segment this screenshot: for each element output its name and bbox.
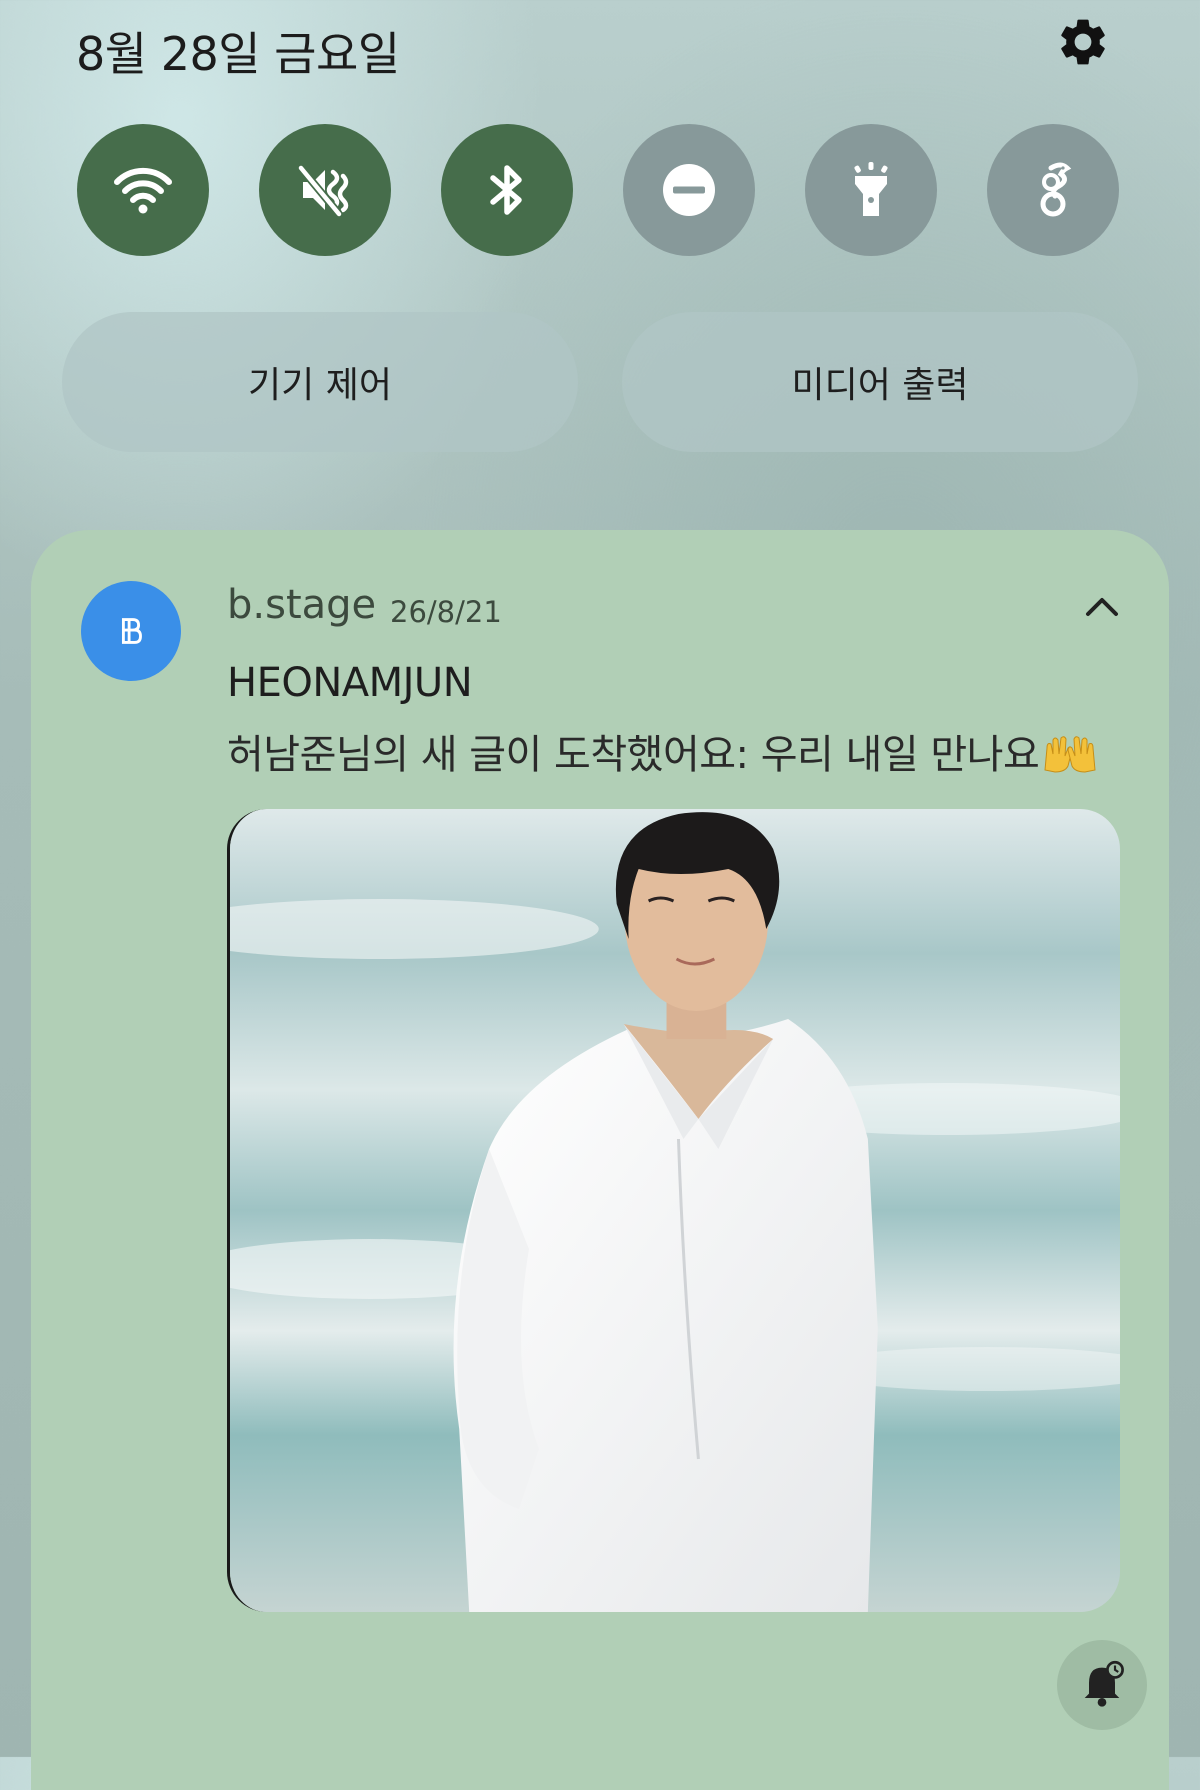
minus-circle-icon: [663, 164, 715, 216]
notification-time: 26/8/21: [390, 595, 502, 629]
gear-icon: [1061, 19, 1105, 65]
quick-toggles: [77, 124, 1121, 256]
toggle-flashlight[interactable]: [805, 124, 937, 256]
toggle-do-not-disturb[interactable]: [623, 124, 755, 256]
chevron-up-icon: [1086, 598, 1118, 616]
flashlight-icon: [854, 162, 888, 216]
toggle-wireguard[interactable]: [987, 124, 1119, 256]
bstage-logo-icon: [121, 618, 142, 644]
photo-man-white-shirt-beach: [230, 809, 1120, 1612]
date-label: 8월 28일 금요일: [76, 27, 400, 81]
device-control-button[interactable]: 기기 제어: [62, 312, 578, 452]
snooze-bell-icon: [1084, 1660, 1124, 1707]
app-icon: [81, 581, 181, 681]
toggle-bluetooth[interactable]: [441, 124, 573, 256]
collapse-button[interactable]: [1078, 588, 1126, 624]
notification-image[interactable]: [227, 809, 1120, 1612]
snooze-button[interactable]: [1057, 1640, 1147, 1730]
wifi-icon: [114, 167, 172, 214]
media-output-button[interactable]: 미디어 출력: [622, 312, 1138, 452]
dragon-icon: [1040, 162, 1072, 217]
notification-title: HEONAMJUN: [227, 660, 473, 706]
vibrate-mute-icon: [297, 165, 349, 217]
notification-message: 허남준님의 새 글이 도착했어요: 우리 내일 만나요: [227, 732, 1040, 778]
notification-text: 허남준님의 새 글이 도착했어요: 우리 내일 만나요: [227, 722, 1099, 780]
raising-hands-icon: [1044, 736, 1096, 773]
bluetooth-icon: [490, 165, 522, 215]
app-name: b.stage: [227, 582, 377, 628]
toggle-sound[interactable]: [259, 124, 391, 256]
notification-card[interactable]: b.stage 26/8/21 HEONAMJUN 허남준님의 새 글이 도착했…: [31, 530, 1169, 1790]
toggle-wifi[interactable]: [77, 124, 209, 256]
settings-button[interactable]: [1055, 14, 1111, 70]
